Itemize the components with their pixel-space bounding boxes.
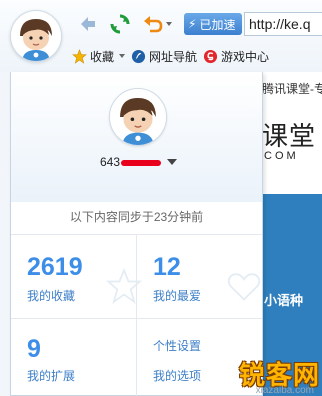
settings-label: 个性设置 (153, 339, 202, 353)
game-icon (203, 49, 218, 63)
undo-button[interactable] (140, 12, 174, 36)
lightning-icon: ⚡ (188, 17, 197, 31)
refresh-button[interactable] (108, 12, 132, 36)
stat-label: 我的最爱 (153, 289, 202, 303)
browser-toolbar: ⚡ 已加速 http://ke.q 收藏 网址导航 游戏中心 (0, 0, 322, 72)
speed-badge[interactable]: ⚡ 已加速 (184, 13, 242, 35)
chevron-down-icon (167, 159, 178, 165)
account-panel: 643 以下内容同步于23分钟前 2619 我的收藏 12 我的最爱 9 我的扩… (10, 72, 263, 396)
extensions-stat[interactable]: 9 我的扩展 (11, 319, 136, 396)
bookmark-favorites[interactable]: 收藏 (72, 48, 126, 65)
bookmark-label: 收藏 (90, 49, 115, 64)
bookmark-games[interactable]: 游戏中心 (203, 48, 269, 65)
address-text: http://ke.q (249, 16, 311, 32)
account-avatar[interactable] (109, 88, 167, 146)
stat-label: 我的收藏 (27, 289, 76, 303)
star-icon (72, 48, 87, 64)
bookmark-label: 网址导航 (149, 49, 198, 64)
back-button[interactable] (76, 12, 100, 36)
refresh-icon (110, 14, 130, 34)
user-avatar[interactable] (10, 10, 62, 62)
stat-label: 我的扩展 (27, 369, 76, 383)
redaction-mark (121, 160, 162, 166)
undo-icon (143, 16, 162, 33)
bookmark-navigation[interactable]: 网址导航 (131, 48, 197, 65)
stat-number: 12 (153, 253, 181, 281)
background-page: 腾讯课堂-专 课堂 COM 小语种 (262, 72, 322, 396)
most-loved-stat[interactable]: 12 我的最爱 (137, 235, 262, 318)
bookmark-label: 游戏中心 (221, 49, 270, 64)
options-label: 我的选项 (153, 369, 202, 383)
navigation-icon (131, 49, 146, 63)
page-logo-sub: COM (264, 150, 299, 162)
page-logo-text: 课堂 (262, 121, 317, 151)
sync-status: 以下内容同步于23分钟前 (69, 210, 204, 224)
chevron-down-icon (119, 54, 126, 58)
stat-number: 9 (27, 335, 41, 363)
address-bar[interactable]: http://ke.q (244, 12, 322, 36)
panel-header: 643 (11, 72, 262, 202)
undo-dropdown-icon (165, 22, 172, 26)
favorites-stat[interactable]: 2619 我的收藏 (11, 235, 136, 318)
stat-number: 2619 (27, 253, 83, 281)
account-id: 643 (100, 155, 121, 169)
site-watermark-sub: xiazaiba.com (255, 385, 314, 396)
speed-label: 已加速 (199, 17, 236, 32)
account-name[interactable]: 643 (100, 155, 178, 169)
page-banner-text[interactable]: 小语种 (264, 290, 303, 309)
page-tab-title: 腾讯课堂-专 (262, 82, 322, 96)
bookmark-bar: 收藏 网址导航 游戏中心 (72, 44, 269, 68)
back-arrow-icon (81, 17, 95, 31)
